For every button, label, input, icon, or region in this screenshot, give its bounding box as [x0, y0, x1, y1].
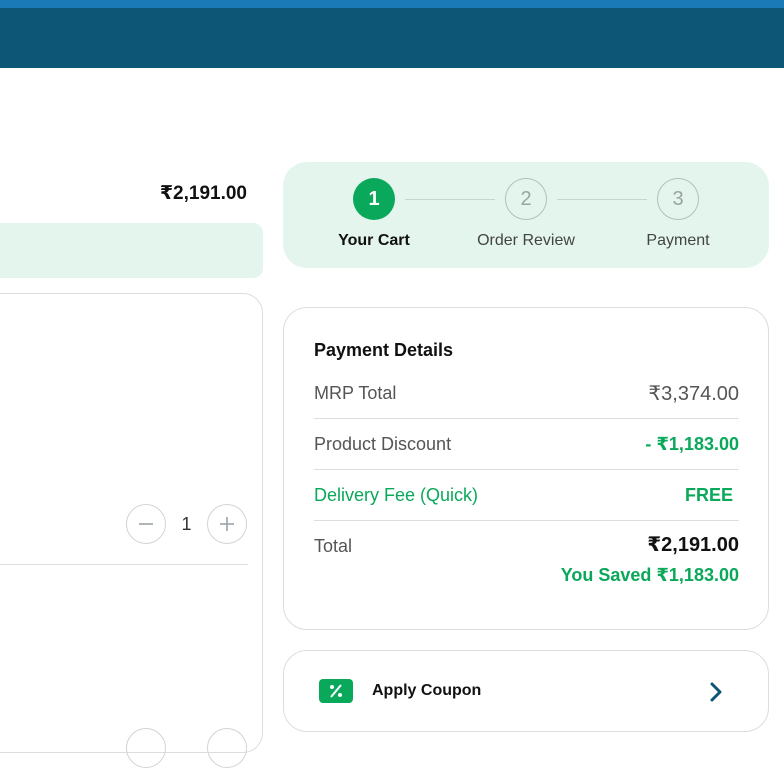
plus-icon: [220, 517, 234, 531]
decrease-quantity-button-2[interactable]: [126, 728, 166, 768]
product-discount-row: Product Discount - ₹1,183.00: [314, 419, 739, 470]
mrp-total-row: MRP Total ₹3,374.00: [314, 368, 739, 419]
delivery-fee-label: Delivery Fee (Quick): [314, 484, 479, 505]
quantity-value: 1: [181, 513, 192, 534]
delivery-fee-value: FREE: [684, 484, 733, 505]
step-label: Payment: [646, 232, 710, 249]
step-label: Your Cart: [338, 232, 410, 249]
site-header: [0, 8, 784, 68]
savings-text: You Saved ₹1,183.00: [560, 565, 739, 585]
checkout-stepper: 1 Your Cart 2 Order Review 3 Payment: [283, 162, 769, 268]
cart-subtotal: ₹2,191.00: [159, 183, 247, 204]
mrp-total-value: ₹3,374.00: [648, 382, 739, 405]
item-divider: [0, 564, 248, 565]
step-payment[interactable]: 3 Payment: [618, 178, 738, 250]
mrp-total-label: MRP Total: [314, 382, 397, 403]
cart-info-banner: [0, 223, 263, 278]
step-label: Order Review: [477, 232, 575, 249]
increase-quantity-button-2[interactable]: [207, 728, 247, 768]
minus-icon: [139, 523, 153, 525]
step-your-cart[interactable]: 1 Your Cart: [314, 178, 434, 250]
percent-icon: [319, 679, 353, 703]
delivery-fee-row: Delivery Fee (Quick) FREE: [314, 470, 739, 521]
total-value: ₹2,191.00: [647, 534, 739, 556]
apply-coupon-label: Apply Coupon: [372, 682, 482, 699]
total-label: Total: [314, 536, 353, 556]
quantity-stepper-2: [126, 728, 288, 768]
product-discount-value: - ₹1,183.00: [645, 433, 739, 454]
quantity-stepper: 1: [126, 504, 247, 544]
payment-details-title: Payment Details: [314, 340, 454, 360]
step-number: 2: [505, 178, 547, 220]
decrease-quantity-button[interactable]: [126, 504, 166, 544]
top-accent-strip: [0, 0, 784, 8]
product-discount-label: Product Discount: [314, 433, 452, 454]
step-order-review[interactable]: 2 Order Review: [466, 178, 586, 250]
chevron-right-icon: [710, 682, 722, 702]
increase-quantity-button[interactable]: [207, 504, 247, 544]
step-number: 1: [353, 178, 395, 220]
payment-details-card: Payment Details MRP Total ₹3,374.00 Prod…: [283, 307, 769, 630]
step-number: 3: [657, 178, 699, 220]
apply-coupon-button[interactable]: Apply Coupon: [283, 650, 769, 732]
